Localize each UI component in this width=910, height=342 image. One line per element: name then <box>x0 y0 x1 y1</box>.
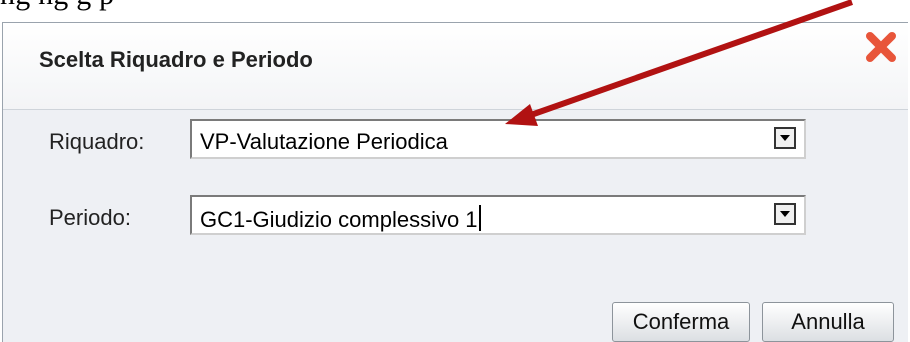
annotation-arrow <box>505 0 853 126</box>
